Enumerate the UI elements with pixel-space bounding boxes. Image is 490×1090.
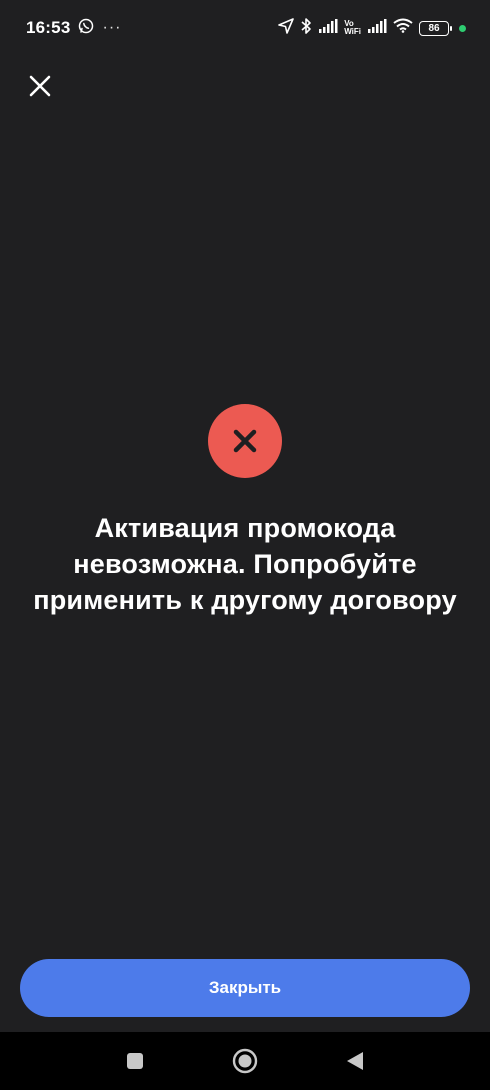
signal-icon-2 [367, 18, 387, 38]
circle-icon [232, 1048, 258, 1074]
error-message: Активация промокода невозможна. Попробуй… [33, 513, 457, 615]
recents-button[interactable] [115, 1041, 155, 1081]
vowifi-label: Vo WiFi [344, 20, 361, 36]
close-button[interactable] [24, 70, 56, 102]
square-icon [127, 1053, 143, 1069]
close-icon [29, 75, 51, 97]
error-status-badge [208, 404, 282, 478]
whatsapp-icon [78, 18, 94, 39]
screen: 16:53 ··· Vo WiFi 86 Активация промокода… [0, 0, 490, 1090]
wifi-icon [393, 18, 413, 38]
status-bar: 16:53 ··· Vo WiFi 86 [0, 0, 490, 56]
signal-icon-1 [318, 18, 338, 38]
back-button[interactable] [335, 1041, 375, 1081]
overflow-dots-icon: ··· [102, 19, 122, 36]
vowifi-bottom: WiFi [344, 27, 361, 36]
status-time: 16:53 [26, 18, 71, 37]
privacy-indicator-dot [459, 24, 466, 32]
battery-level: 86 [428, 22, 440, 34]
status-left: 16:53 ··· [26, 18, 121, 39]
location-arrow-icon [278, 17, 294, 39]
home-button[interactable] [225, 1041, 265, 1081]
triangle-back-icon [347, 1052, 363, 1070]
status-right: Vo WiFi 86 [278, 17, 466, 40]
battery-indicator: 86 [419, 20, 452, 36]
bluetooth-icon [300, 17, 312, 40]
system-nav-bar [0, 1032, 490, 1090]
error-x-icon [233, 429, 257, 453]
close-dialog-button[interactable]: Закрыть [20, 959, 470, 1017]
